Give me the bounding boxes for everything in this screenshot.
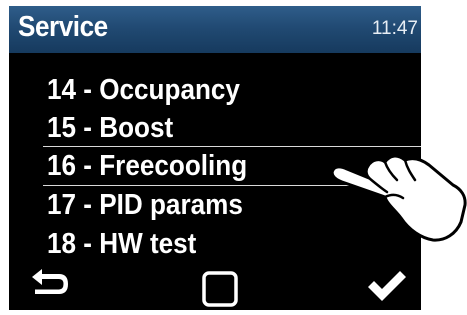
- menu-item-occupancy[interactable]: 14 - Occupancy: [47, 72, 240, 108]
- square-icon[interactable]: [202, 271, 238, 307]
- menu-item-freecooling[interactable]: 16 - Freecooling: [47, 148, 247, 184]
- header-bar: Service 11:47: [9, 6, 421, 53]
- page-title: Service: [18, 11, 108, 43]
- menu-item-boost[interactable]: 15 - Boost: [47, 110, 173, 146]
- back-arrow-icon[interactable]: [29, 268, 71, 298]
- menu-item-pid-params[interactable]: 17 - PID params: [47, 187, 243, 223]
- menu-item-hw-test[interactable]: 18 - HW test: [47, 226, 196, 262]
- selection-top-line: [43, 146, 421, 147]
- clock-time: 11:47: [371, 18, 418, 39]
- pointing-hand-icon: [330, 154, 467, 242]
- checkmark-icon[interactable]: [365, 268, 409, 304]
